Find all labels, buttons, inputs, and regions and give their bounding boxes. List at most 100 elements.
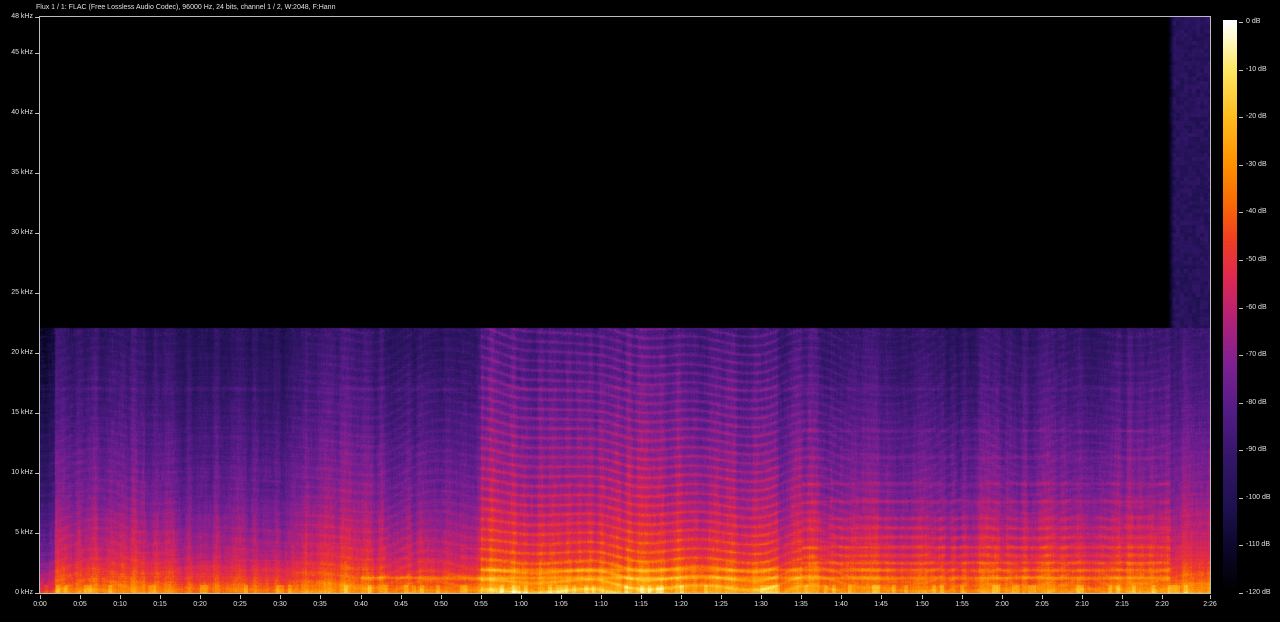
freq-tick-label: 0 kHz	[0, 588, 33, 597]
time-tick	[962, 595, 963, 599]
freq-tick-label: 15 kHz	[0, 408, 33, 417]
freq-tick	[35, 173, 39, 174]
time-tick-label: 0:00	[20, 600, 60, 609]
time-tick	[120, 595, 121, 599]
db-tick-label: -120 dB	[1246, 588, 1271, 597]
time-tick	[441, 595, 442, 599]
time-tick	[521, 595, 522, 599]
db-tick	[1239, 117, 1243, 118]
db-tick	[1239, 212, 1243, 213]
db-tick	[1239, 165, 1243, 166]
time-tick	[841, 595, 842, 599]
freq-tick	[35, 593, 39, 594]
time-tick-label: 0:30	[260, 600, 300, 609]
time-tick-label: 1:00	[501, 600, 541, 609]
db-tick	[1239, 545, 1243, 546]
time-tick-label: 0:55	[461, 600, 501, 609]
db-tick-label: -10 dB	[1246, 65, 1267, 74]
time-tick	[601, 595, 602, 599]
time-tick	[200, 595, 201, 599]
time-tick-label: 1:10	[581, 600, 621, 609]
db-tick-label: -50 dB	[1246, 255, 1267, 264]
time-tick-label: 0:05	[60, 600, 100, 609]
time-tick	[40, 595, 41, 599]
time-tick	[641, 595, 642, 599]
time-tick-label: 1:40	[821, 600, 861, 609]
time-tick-label: 1:25	[701, 600, 741, 609]
db-tick	[1239, 593, 1243, 594]
db-tick-label: -110 dB	[1246, 540, 1270, 549]
time-tick	[1042, 595, 1043, 599]
db-tick-label: -20 dB	[1246, 112, 1267, 121]
time-tick-label: 1:55	[942, 600, 982, 609]
freq-tick	[35, 353, 39, 354]
db-tick-label: -40 dB	[1246, 207, 1267, 216]
freq-tick	[35, 413, 39, 414]
time-tick-label: 0:15	[140, 600, 180, 609]
db-tick-label: -90 dB	[1246, 445, 1267, 454]
time-tick-label: 2:05	[1022, 600, 1062, 609]
time-tick-label: 2:00	[982, 600, 1022, 609]
time-tick	[922, 595, 923, 599]
time-tick-label: 1:50	[902, 600, 942, 609]
db-tick	[1239, 308, 1243, 309]
db-tick-label: -100 dB	[1246, 493, 1271, 502]
time-tick	[801, 595, 802, 599]
file-info-title: Flux 1 / 1: FLAC (Free Lossless Audio Co…	[36, 3, 335, 12]
time-tick	[80, 595, 81, 599]
time-tick-label: 0:45	[381, 600, 421, 609]
db-tick-label: -30 dB	[1246, 160, 1267, 169]
freq-tick	[35, 293, 39, 294]
time-tick	[881, 595, 882, 599]
time-tick-label: 1:35	[781, 600, 821, 609]
db-tick	[1239, 260, 1243, 261]
time-tick	[1082, 595, 1083, 599]
time-tick-label: 2:15	[1102, 600, 1142, 609]
freq-tick-label: 48 kHz	[0, 12, 33, 21]
time-tick-label: 0:50	[421, 600, 461, 609]
time-tick-label: 0:40	[341, 600, 381, 609]
time-tick-label: 2:20	[1142, 600, 1182, 609]
freq-tick-label: 25 kHz	[0, 288, 33, 297]
freq-tick	[35, 17, 39, 18]
time-tick	[561, 595, 562, 599]
time-tick-label: 0:20	[180, 600, 220, 609]
db-tick-label: -70 dB	[1246, 350, 1267, 359]
freq-tick	[35, 473, 39, 474]
time-tick-label: 2:26	[1190, 600, 1230, 609]
db-tick	[1239, 403, 1243, 404]
db-tick-label: -80 dB	[1246, 398, 1267, 407]
freq-tick-label: 5 kHz	[0, 528, 33, 537]
time-tick	[160, 595, 161, 599]
time-tick-label: 0:25	[220, 600, 260, 609]
freq-tick	[35, 113, 39, 114]
time-tick	[401, 595, 402, 599]
time-tick-label: 0:10	[100, 600, 140, 609]
time-tick	[681, 595, 682, 599]
time-tick-label: 1:05	[541, 600, 581, 609]
time-tick-label: 1:20	[661, 600, 701, 609]
db-tick	[1239, 450, 1243, 451]
time-tick	[1002, 595, 1003, 599]
time-tick	[721, 595, 722, 599]
time-tick	[361, 595, 362, 599]
freq-tick	[35, 533, 39, 534]
time-tick	[240, 595, 241, 599]
time-tick-label: 0:35	[300, 600, 340, 609]
freq-tick-label: 35 kHz	[0, 168, 33, 177]
spek-spectrogram-window: Flux 1 / 1: FLAC (Free Lossless Audio Co…	[0, 0, 1280, 622]
freq-tick-label: 40 kHz	[0, 108, 33, 117]
time-tick	[481, 595, 482, 599]
time-tick-label: 2:10	[1062, 600, 1102, 609]
time-tick	[320, 595, 321, 599]
freq-tick	[35, 233, 39, 234]
db-tick	[1239, 355, 1243, 356]
db-tick-label: -60 dB	[1246, 303, 1267, 312]
time-tick-label: 1:30	[741, 600, 781, 609]
freq-tick-label: 20 kHz	[0, 348, 33, 357]
spectrogram-canvas	[40, 17, 1210, 593]
freq-tick-label: 30 kHz	[0, 228, 33, 237]
time-tick-label: 1:45	[861, 600, 901, 609]
db-tick	[1239, 498, 1243, 499]
time-tick	[761, 595, 762, 599]
